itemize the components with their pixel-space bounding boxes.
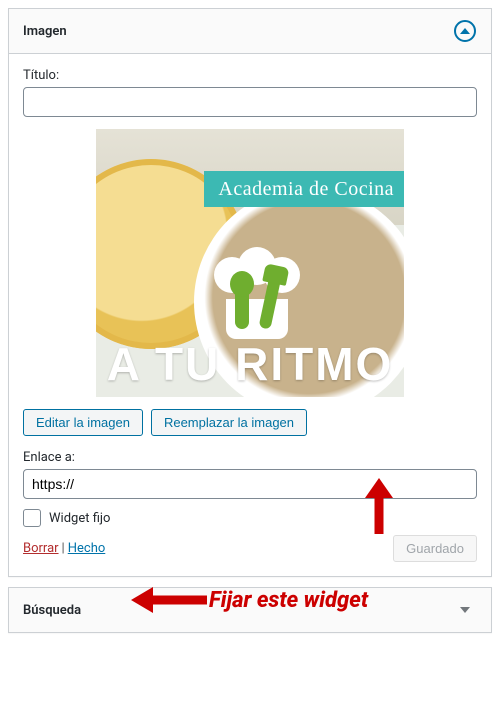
image-banner-text: Academia de Cocina — [204, 171, 404, 207]
saved-button: Guardado — [393, 535, 477, 562]
footer-links: Borrar|Hecho — [23, 541, 105, 556]
image-buttons: Editar la imagen Reemplazar la imagen — [23, 409, 477, 436]
widget-header[interactable]: Imagen — [9, 9, 491, 54]
title-input[interactable] — [23, 87, 477, 117]
image-widget: Imagen Título: Academia de Cocina A TU R… — [8, 8, 492, 577]
link-input[interactable] — [23, 469, 477, 499]
title-label: Título: — [23, 68, 477, 83]
widget-header-collapsed[interactable]: Búsqueda — [9, 588, 491, 632]
expand-toggle[interactable] — [453, 598, 477, 622]
link-field: Enlace a: — [23, 450, 477, 499]
fixed-widget-label: Widget fijo — [49, 511, 110, 526]
replace-image-button[interactable]: Reemplazar la imagen — [151, 409, 307, 436]
link-label: Enlace a: — [23, 450, 477, 465]
fixed-widget-row: Widget fijo — [23, 509, 477, 527]
spoon-icon — [235, 283, 249, 329]
title-field: Título: — [23, 68, 477, 117]
delete-link[interactable]: Borrar — [23, 541, 59, 556]
fixed-widget-checkbox[interactable] — [23, 509, 41, 527]
widget-footer: Borrar|Hecho Guardado — [23, 535, 477, 562]
image-caption: A TU RITMO — [96, 337, 404, 391]
collapse-toggle[interactable] — [453, 19, 477, 43]
chevron-up-icon — [454, 20, 476, 42]
image-preview[interactable]: Academia de Cocina A TU RITMO — [96, 129, 404, 397]
done-link[interactable]: Hecho — [68, 541, 106, 556]
search-widget: Búsqueda — [8, 587, 492, 633]
widget-title: Imagen — [23, 24, 67, 39]
widget-body: Título: Academia de Cocina A TU RITMO Ed… — [9, 54, 491, 576]
edit-image-button[interactable]: Editar la imagen — [23, 409, 143, 436]
widget-title: Búsqueda — [23, 603, 81, 618]
chevron-down-icon — [460, 607, 470, 613]
